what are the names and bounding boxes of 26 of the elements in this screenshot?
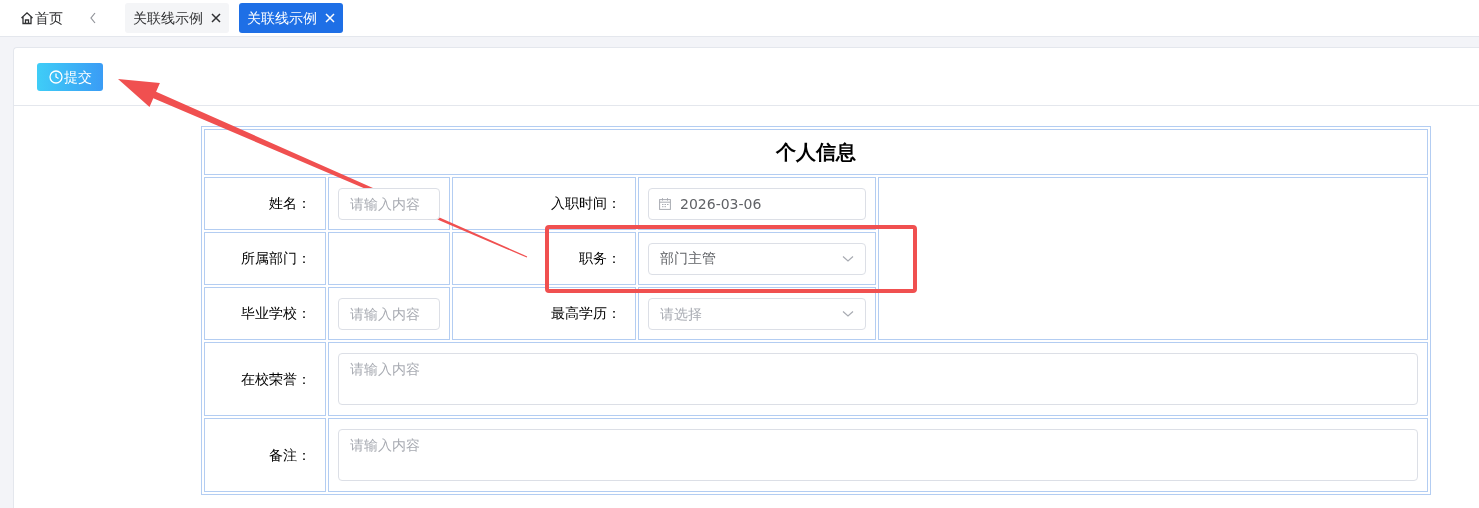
- tab[interactable]: 关联线示例: [125, 3, 229, 33]
- select-field[interactable]: 部门主管: [648, 242, 866, 275]
- field-label: 姓名：: [204, 177, 326, 230]
- clock-icon: [48, 70, 63, 84]
- field-label: 毕业学校：: [204, 287, 326, 340]
- field-label: 入职时间：: [452, 177, 636, 230]
- text-field[interactable]: 请输入内容: [338, 297, 440, 330]
- field-label: 最高学历：: [452, 287, 636, 340]
- field-label: 备注：: [204, 418, 326, 492]
- text-field[interactable]: 请输入内容: [338, 187, 440, 220]
- close-icon[interactable]: [211, 13, 221, 23]
- home-icon: [20, 11, 34, 25]
- chevron-down-icon: [842, 309, 854, 318]
- home-link[interactable]: 首页: [20, 7, 63, 29]
- field-label: 所属部门：: [204, 232, 326, 285]
- back-chevron-icon[interactable]: [89, 12, 97, 24]
- textarea-field[interactable]: 请输入内容: [338, 429, 1418, 481]
- calendar-icon: [659, 197, 671, 210]
- field-label: 职务：: [452, 232, 636, 285]
- chevron-down-icon: [842, 254, 854, 263]
- select-field[interactable]: 请选择: [648, 297, 866, 330]
- textarea-field[interactable]: 请输入内容: [338, 353, 1418, 405]
- field-label: 在校荣誉：: [204, 342, 326, 416]
- form-title: 个人信息: [204, 129, 1428, 175]
- tab[interactable]: 关联线示例: [239, 3, 343, 33]
- date-field[interactable]: 2026-03-06: [648, 187, 866, 220]
